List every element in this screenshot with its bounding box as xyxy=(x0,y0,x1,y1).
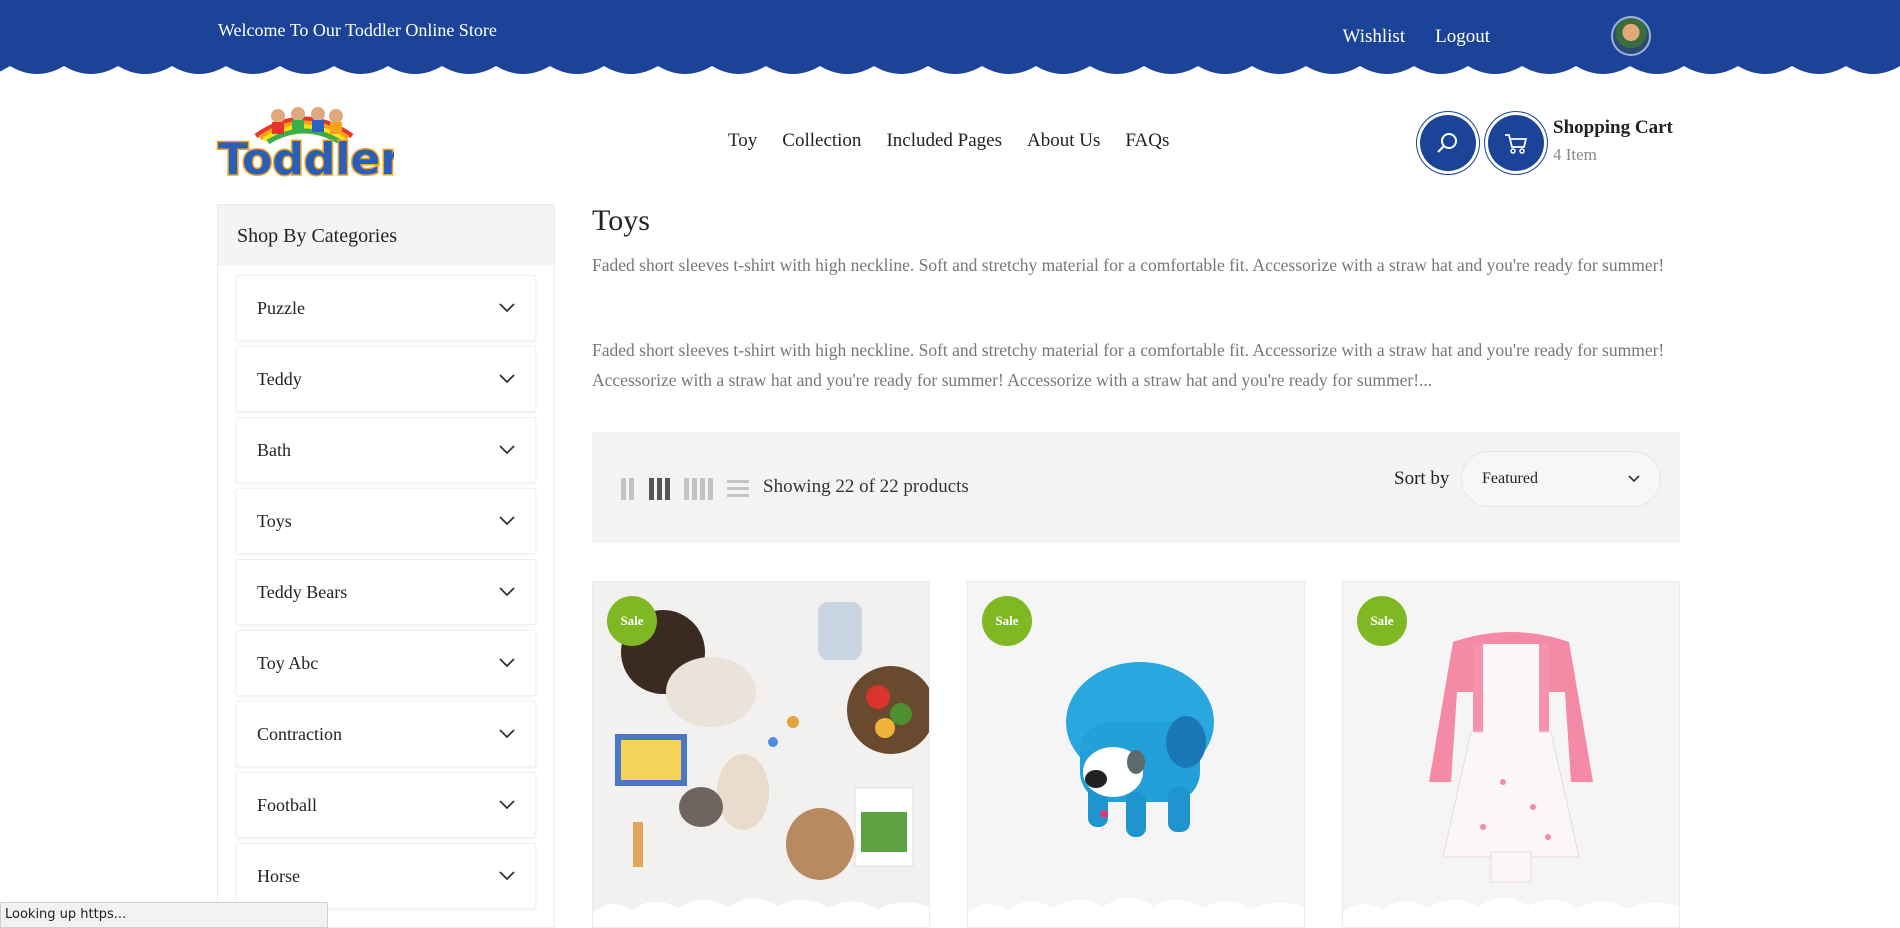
category-label: Toy Abc xyxy=(257,652,319,673)
sale-badge: Sale xyxy=(607,596,657,646)
cart-icon xyxy=(1505,134,1528,154)
cart-button[interactable] xyxy=(1488,115,1544,171)
sale-badge: Sale xyxy=(982,596,1032,646)
sort-select[interactable]: Featured xyxy=(1461,451,1661,507)
view-switcher xyxy=(621,478,749,500)
sale-badge: Sale xyxy=(1357,596,1407,646)
account-links: Wishlist Logout xyxy=(1343,26,1490,48)
avatar[interactable] xyxy=(1611,16,1651,56)
page-title: Toys xyxy=(592,204,650,237)
nav-item-faqs[interactable]: FAQs xyxy=(1125,130,1169,152)
chevron-down-icon xyxy=(499,374,515,384)
product-card[interactable]: Sale xyxy=(592,581,930,928)
product-count-text: Showing 22 of 22 products xyxy=(763,476,969,497)
category-item-teddy-bears[interactable]: Teddy Bears xyxy=(236,559,536,625)
category-item-contraction[interactable]: Contraction xyxy=(236,701,536,767)
grid-2-view-icon[interactable] xyxy=(621,478,635,500)
chevron-down-icon xyxy=(499,303,515,313)
main-nav: Toy Collection Included Pages About Us F… xyxy=(728,130,1169,152)
sidebar-title: Shop By Categories xyxy=(218,205,554,265)
list-view-icon[interactable] xyxy=(727,478,749,500)
grid-3-view-icon[interactable] xyxy=(649,478,670,500)
logo-image: Toddler xyxy=(217,107,404,187)
nav-item-toy[interactable]: Toy xyxy=(728,130,757,152)
nav-item-included-pages[interactable]: Included Pages xyxy=(886,130,1002,152)
chevron-down-icon xyxy=(499,516,515,526)
logout-link[interactable]: Logout xyxy=(1435,26,1490,48)
category-list: Puzzle Teddy Bath Toys Teddy Bears Toy A… xyxy=(218,265,554,924)
chevron-down-icon xyxy=(1628,475,1640,483)
category-label: Toys xyxy=(257,510,292,531)
category-item-puzzle[interactable]: Puzzle xyxy=(236,275,536,341)
search-button[interactable] xyxy=(1420,115,1476,171)
category-label: Teddy Bears xyxy=(257,581,348,602)
chevron-down-icon xyxy=(499,587,515,597)
welcome-text: Welcome To Our Toddler Online Store xyxy=(218,20,497,40)
logo-text: Toddler xyxy=(218,134,394,182)
category-item-horse[interactable]: Horse xyxy=(236,843,536,909)
wishlist-link[interactable]: Wishlist xyxy=(1343,26,1406,48)
chevron-down-icon xyxy=(499,729,515,739)
grid-4-view-icon[interactable] xyxy=(684,478,713,500)
chevron-down-icon xyxy=(499,800,515,810)
cart-title[interactable]: Shopping Cart xyxy=(1553,117,1673,139)
product-card[interactable]: Sale xyxy=(1342,581,1680,928)
search-icon xyxy=(1437,133,1457,153)
category-item-bath[interactable]: Bath xyxy=(236,417,536,483)
cart-count: 4 Item xyxy=(1553,145,1597,164)
category-label: Contraction xyxy=(257,723,342,744)
category-sidebar: Shop By Categories Puzzle Teddy Bath Toy… xyxy=(217,204,555,928)
category-item-teddy[interactable]: Teddy xyxy=(236,346,536,412)
sort-label: Sort by xyxy=(1394,468,1450,489)
category-item-toy-abc[interactable]: Toy Abc xyxy=(236,630,536,696)
product-toolbar: Showing 22 of 22 products Sort by Featur… xyxy=(592,432,1680,543)
product-card[interactable]: Sale xyxy=(967,581,1305,928)
top-bar: Welcome To Our Toddler Online Store Wish… xyxy=(0,0,1900,84)
chevron-down-icon xyxy=(499,658,515,668)
category-label: Horse xyxy=(257,865,300,886)
logo[interactable]: Toddler xyxy=(216,102,404,187)
category-label: Bath xyxy=(257,439,291,460)
category-description-1: Faded short sleeves t-shirt with high ne… xyxy=(592,255,1665,275)
category-description-2: Faded short sleeves t-shirt with high ne… xyxy=(592,340,1665,390)
chevron-down-icon xyxy=(499,871,515,881)
browser-status-bar: Looking up https... xyxy=(0,902,328,928)
category-item-toys[interactable]: Toys xyxy=(236,488,536,554)
nav-item-collection[interactable]: Collection xyxy=(782,130,861,152)
category-label: Puzzle xyxy=(257,297,305,318)
sort-selected-value: Featured xyxy=(1482,470,1538,487)
category-label: Football xyxy=(257,794,318,815)
category-label: Teddy xyxy=(257,368,302,389)
nav-item-about-us[interactable]: About Us xyxy=(1027,130,1100,152)
chevron-down-icon xyxy=(499,445,515,455)
category-item-football[interactable]: Football xyxy=(236,772,536,838)
